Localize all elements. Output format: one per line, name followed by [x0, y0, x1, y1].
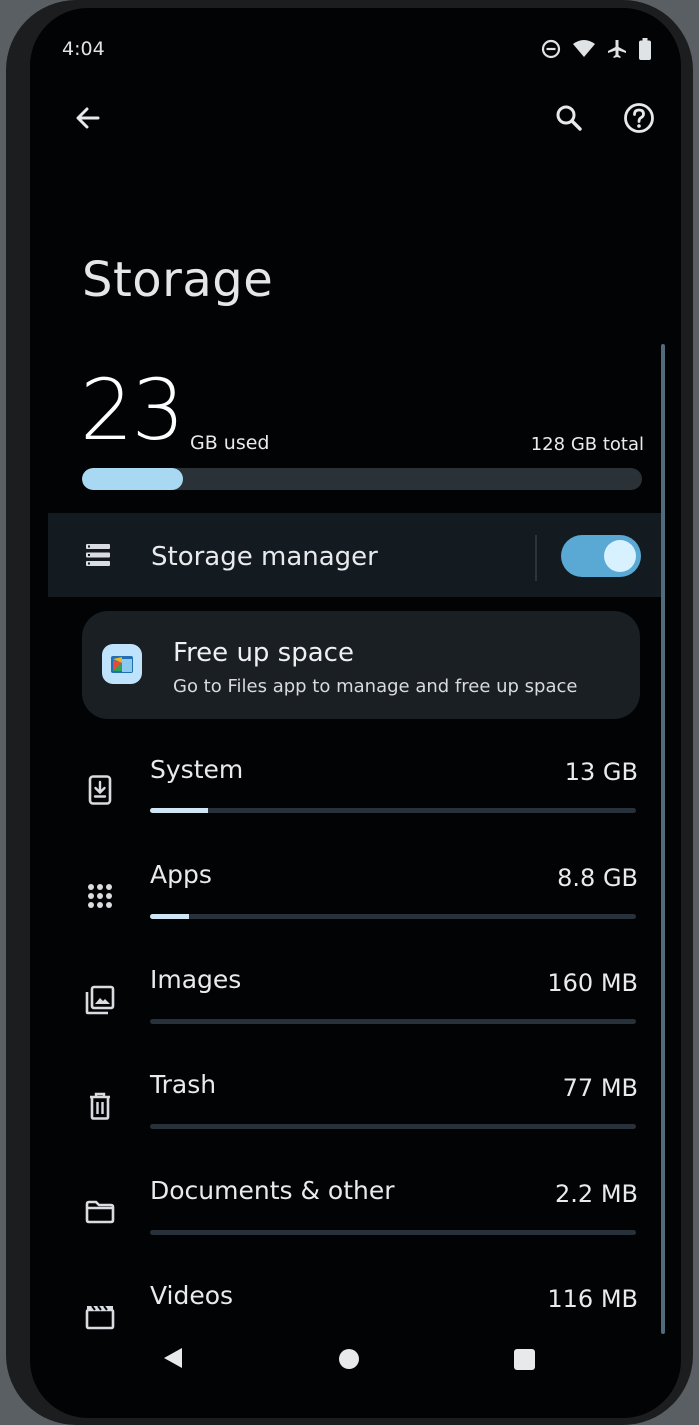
battery-icon — [639, 38, 651, 60]
phone-frame: 4:04 Storage 23 GB used 128 GB total Sto… — [6, 0, 693, 1425]
back-button[interactable] — [66, 96, 110, 140]
total-storage-label: 128 GB total — [530, 434, 644, 455]
arrow-left-icon — [76, 107, 100, 129]
category-row-videos[interactable] — [78, 1272, 658, 1332]
used-unit-label: GB used — [190, 432, 270, 454]
toggle-knob — [604, 540, 636, 572]
storage-list-icon — [82, 540, 114, 574]
search-button[interactable] — [547, 96, 591, 140]
nav-home-button[interactable] — [339, 1349, 359, 1369]
category-row-apps[interactable] — [78, 851, 658, 941]
nav-back-button[interactable] — [162, 1346, 184, 1374]
screen: 4:04 Storage 23 GB used 128 GB total Sto… — [30, 8, 681, 1418]
row-divider — [535, 535, 537, 581]
wifi-icon — [573, 40, 595, 58]
page-title: Storage — [82, 252, 274, 308]
storage-usage-bar — [82, 468, 642, 490]
storage-usage-fill — [82, 468, 183, 490]
scrollbar[interactable] — [661, 344, 665, 1334]
category-row-system[interactable] — [78, 746, 658, 836]
free-up-space-card[interactable] — [82, 611, 640, 719]
used-amount: 23 — [80, 361, 185, 459]
category-row-trash[interactable] — [78, 1061, 658, 1151]
files-app-icon — [102, 644, 142, 684]
status-icons — [541, 38, 651, 60]
free-up-space-subtitle: Go to Files app to manage and free up sp… — [173, 676, 578, 697]
back-triangle-icon — [164, 1348, 182, 1368]
nav-recents-button[interactable] — [514, 1349, 535, 1370]
storage-manager-toggle[interactable] — [561, 535, 641, 577]
category-row-images[interactable] — [78, 956, 658, 1046]
airplane-icon — [607, 39, 627, 59]
category-row-documents[interactable] — [78, 1167, 658, 1257]
search-icon — [556, 105, 582, 131]
status-time: 4:04 — [62, 38, 105, 60]
help-icon — [624, 103, 654, 133]
help-button[interactable] — [617, 96, 661, 140]
storage-manager-label: Storage manager — [151, 542, 378, 572]
do-not-disturb-icon — [541, 39, 561, 59]
free-up-space-title: Free up space — [173, 638, 354, 668]
